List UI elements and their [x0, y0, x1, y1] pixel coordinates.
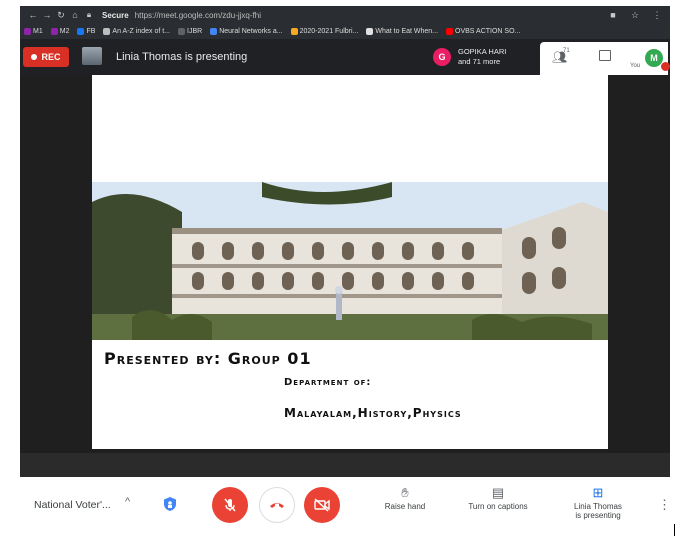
- present-label-line1: Linia Thomas: [574, 502, 622, 511]
- bookmark-item[interactable]: OVBS ACTION SO...: [446, 28, 520, 35]
- you-label: You: [630, 63, 641, 69]
- back-arrow-icon[interactable]: ←: [26, 10, 40, 20]
- bookmark-star-icon[interactable]: ☆: [628, 10, 642, 21]
- people-count: 71: [563, 48, 570, 54]
- reload-icon[interactable]: ↻: [54, 10, 68, 21]
- slide-title: Presented by: Group 01: [104, 349, 312, 368]
- hand-icon: ✋︎: [401, 485, 409, 500]
- slide-departments: Malayalam,History,Physics: [284, 406, 462, 420]
- presenter-thumbnail: [82, 47, 102, 65]
- present-screen-icon: ⊞: [592, 485, 604, 500]
- mic-toggle-button[interactable]: [212, 487, 248, 523]
- bookmark-item[interactable]: M2: [50, 28, 69, 35]
- presentation-stage: Presented by: Group 01 Department of: Ma…: [20, 75, 670, 477]
- secure-label: Secure: [102, 10, 129, 20]
- meet-header: REC Linia Thomas is presenting G GOPIKA …: [20, 39, 670, 75]
- home-icon[interactable]: ⌂: [68, 10, 82, 20]
- raise-hand-button[interactable]: ✋︎ Raise hand: [380, 485, 430, 511]
- raise-hand-label: Raise hand: [384, 502, 426, 511]
- record-dot-icon: [31, 54, 38, 60]
- camera-off-icon: [314, 498, 330, 512]
- bookmark-item[interactable]: M1: [24, 28, 43, 35]
- recording-badge: REC: [23, 47, 69, 67]
- edge-mark: [674, 524, 675, 536]
- bookmark-item[interactable]: 2020-2021 Fulbri...: [290, 28, 358, 35]
- stage-bottom-strip: [20, 453, 670, 477]
- meeting-details-button[interactable]: National Voter'...: [34, 499, 111, 511]
- chevron-up-icon[interactable]: ^: [125, 496, 130, 508]
- shield-icon[interactable]: [163, 496, 177, 512]
- chat-icon[interactable]: [599, 50, 611, 61]
- browser-nav-bar: ← → ↻ ⌂ 🔒︎ Secure https://meet.google.co…: [20, 6, 670, 24]
- present-button[interactable]: ⊞ Linia Thomas is presenting: [558, 485, 638, 520]
- bookmark-item[interactable]: An A-Z index of t...: [103, 28, 170, 35]
- bookmark-item[interactable]: What to Eat When...: [366, 28, 438, 35]
- presenting-status: Linia Thomas is presenting: [116, 51, 248, 63]
- participant-avatar[interactable]: G: [433, 48, 451, 66]
- camera-toggle-button[interactable]: [304, 487, 340, 523]
- meet-window: ← → ↻ ⌂ 🔒︎ Secure https://meet.google.co…: [20, 0, 671, 538]
- address-bar[interactable]: https://meet.google.com/zdu-jjxq-fhi: [135, 11, 261, 20]
- more-options-icon[interactable]: ⋮: [658, 497, 671, 513]
- forward-arrow-icon[interactable]: →: [40, 10, 54, 20]
- college-building-photo: [92, 182, 608, 340]
- bookmark-item[interactable]: Neural Networks a...: [210, 28, 283, 35]
- participant-summary[interactable]: GOPIKA HARI and 71 more: [458, 47, 506, 67]
- shared-slide: Presented by: Group 01 Department of: Ma…: [92, 75, 608, 449]
- captions-button[interactable]: ▤ Turn on captions: [458, 485, 538, 511]
- mic-off-icon: [224, 498, 236, 512]
- present-label-line2: is presenting: [575, 511, 621, 520]
- bookmarks-bar: M1 M2 FB An A-Z index of t... IJBR Neura…: [20, 24, 670, 39]
- participant-name: GOPIKA HARI: [458, 47, 507, 56]
- participant-more: and 71 more: [458, 57, 501, 66]
- camera-indicator-icon[interactable]: ■: [606, 10, 620, 21]
- bookmark-item[interactable]: FB: [77, 28, 95, 35]
- slide-subtitle: Department of:: [284, 377, 372, 388]
- browser-menu-icon[interactable]: ⋮: [650, 10, 664, 21]
- bookmark-item[interactable]: IJBR: [178, 28, 202, 35]
- captions-label: Turn on captions: [468, 502, 528, 511]
- phone-hangup-icon: [270, 503, 284, 508]
- leave-call-button[interactable]: [259, 487, 295, 523]
- lock-icon: 🔒︎: [86, 10, 92, 19]
- rec-label: REC: [41, 52, 61, 62]
- captions-icon: ▤: [491, 485, 505, 500]
- call-controls-bar: National Voter'... ^ ✋︎ Raise hand ▤ Tur…: [20, 477, 671, 538]
- notification-badge: [661, 62, 670, 71]
- header-panel: 👥︎ 71 You M: [540, 42, 670, 75]
